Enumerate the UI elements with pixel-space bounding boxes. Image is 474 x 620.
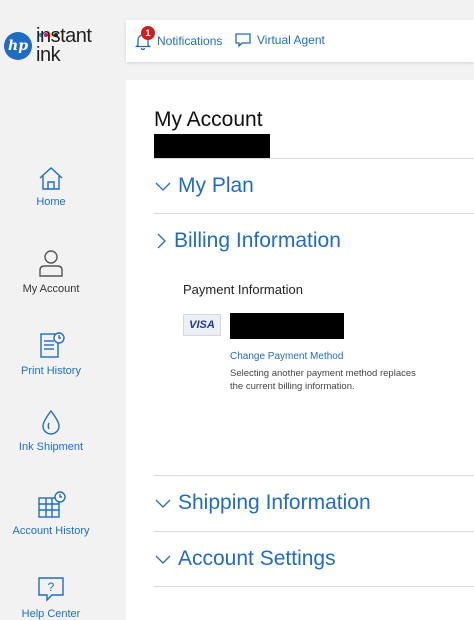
sidebar-item-account-history[interactable]: Account History — [0, 490, 102, 537]
chevron-down-icon — [155, 499, 171, 508]
section-billing-information[interactable]: Billing Information — [154, 214, 474, 268]
home-icon — [39, 167, 63, 190]
payment-information-title: Payment Information — [183, 282, 303, 297]
bell-wrap: 1 — [134, 26, 155, 51]
sidebar-item-label: Ink Shipment — [18, 441, 84, 453]
ink-drop-icon — [42, 409, 60, 435]
hp-instant-ink-logo[interactable]: hp instant ink — [2, 22, 100, 68]
notification-badge: 1 — [141, 26, 155, 40]
divider — [154, 586, 474, 587]
section-title: My Plan — [178, 174, 254, 197]
section-account-settings[interactable]: Account Settings — [154, 532, 474, 586]
redacted-card-number — [230, 313, 344, 339]
section-title: Account Settings — [178, 547, 336, 570]
sidebar-item-my-account[interactable]: My Account — [0, 248, 102, 295]
sidebar-item-home[interactable]: Home — [0, 165, 102, 208]
notifications-label: Notifications — [157, 34, 223, 48]
virtual-agent-button[interactable]: Virtual Agent — [234, 32, 325, 48]
svg-text:?: ? — [48, 580, 55, 594]
main-panel: My Account My Plan Billing Information P… — [126, 80, 474, 620]
section-title: Billing Information — [174, 229, 341, 252]
change-payment-note: Selecting another payment method replace… — [230, 368, 416, 392]
user-icon — [39, 250, 63, 277]
brand-text: instant ink — [36, 26, 92, 66]
chevron-right-icon — [157, 233, 166, 249]
sidebar-item-help-center[interactable]: ? Help Center — [0, 575, 102, 620]
brand-line2: ink — [36, 44, 61, 66]
page-title: My Account — [154, 108, 263, 131]
sidebar-item-label: Print History — [21, 365, 81, 377]
top-bar: 1 Notifications Virtual Agent — [126, 20, 474, 62]
change-payment-method-link[interactable]: Change Payment Method — [230, 351, 343, 362]
virtual-agent-label: Virtual Agent — [257, 33, 325, 47]
hp-logo: hp — [4, 32, 32, 60]
sidebar-item-label: Help Center — [21, 608, 81, 620]
sidebar-item-print-history[interactable]: Print History — [0, 330, 102, 377]
section-shipping-information[interactable]: Shipping Information — [154, 476, 474, 530]
section-my-plan[interactable]: My Plan — [154, 159, 474, 213]
sidebar-item-ink-shipment[interactable]: Ink Shipment — [0, 408, 102, 453]
account-history-icon — [38, 491, 66, 518]
section-title: Shipping Information — [178, 491, 371, 514]
help-icon: ? — [38, 577, 64, 602]
chat-icon — [235, 33, 251, 48]
notifications-button[interactable]: 1 Notifications — [134, 26, 223, 51]
sidebar-item-label: Home — [36, 196, 66, 208]
chevron-down-icon — [155, 182, 171, 191]
visa-card-icon: VISA — [183, 314, 221, 336]
sidebar-item-label: My Account — [22, 283, 80, 295]
sidebar-item-label: Account History — [12, 525, 90, 537]
sidebar: hp instant ink Home My Account Print His… — [0, 0, 102, 620]
chevron-down-icon — [155, 555, 171, 564]
redacted-account-name — [154, 134, 270, 158]
print-history-icon — [40, 332, 65, 358]
